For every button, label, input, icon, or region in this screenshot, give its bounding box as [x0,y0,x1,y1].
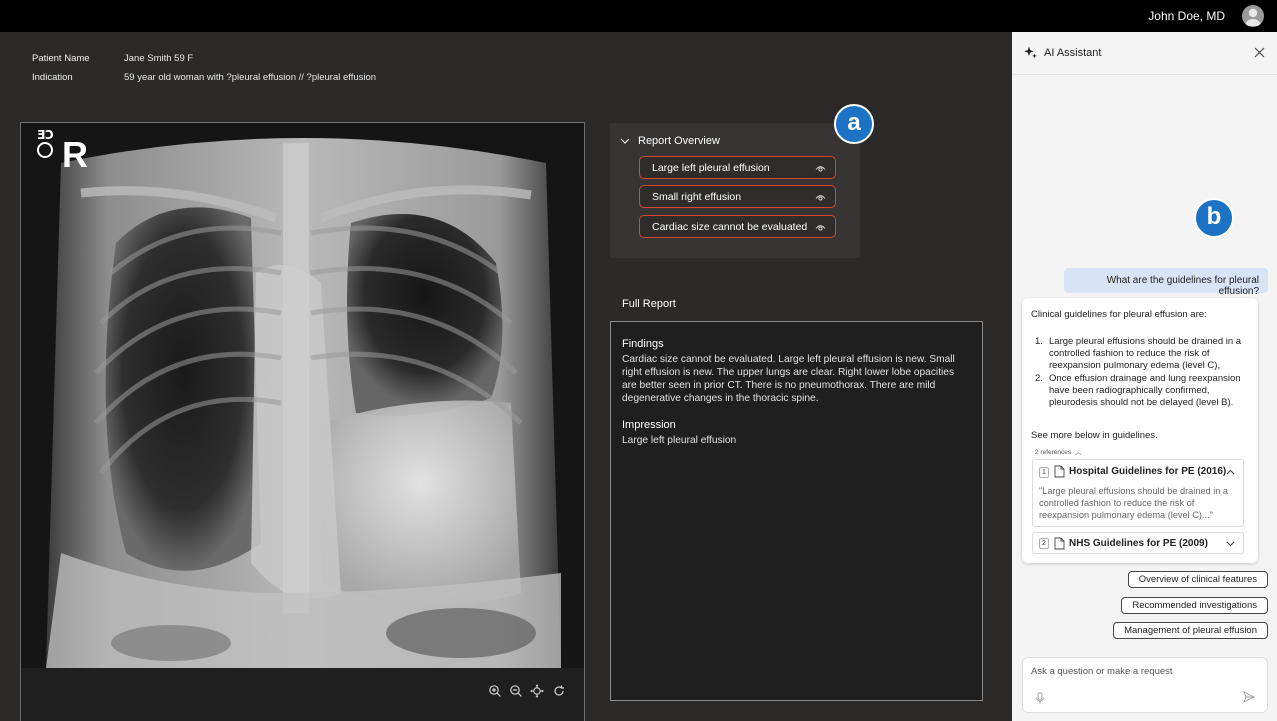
ai-answer-intro: Clinical guidelines for pleural effusion… [1031,309,1207,320]
document-icon [1054,465,1065,478]
list-item: 2. Once effusion drainage and lung reexpa… [1035,373,1241,408]
chat-input[interactable] [1031,666,1259,677]
reference-quote: "Large pleural effusions should be drain… [1039,486,1229,520]
references-toggle[interactable]: 2 references ︿ [1031,446,1082,456]
eye-icon [815,166,826,172]
assistant-header: AI Assistant [1012,32,1277,75]
zoom-in-icon[interactable] [488,684,502,698]
finding-chip-large-left-effusion[interactable]: Large left pleural effusion [639,156,836,179]
ai-answer-list: 1. Large pleural effusions should be drai… [1031,336,1253,410]
full-report-title: Full Report [622,298,676,310]
reference-title: NHS Guidelines for PE (2009) [1069,538,1208,549]
findings-text: Cardiac size cannot be evaluated. Large … [622,354,955,404]
xray-toolbar [21,668,584,721]
list-item: 1. Large pleural effusions should be drai… [1035,336,1242,371]
chevron-down-icon [620,138,630,144]
report-overview-title: Report Overview [638,135,720,147]
patient-name-label: Patient Name [32,53,90,64]
user-message-bubble: What are the guidelines for pleural effu… [1064,268,1268,297]
chevron-down-icon[interactable] [1226,539,1235,548]
top-bar: John Doe, MD [0,0,1277,32]
impression-text: Large left pleural effusion [622,435,737,446]
finding-chip-label: Small right effusion [652,191,742,203]
reference-number: 2 [1039,538,1049,549]
close-icon[interactable] [1254,47,1265,58]
references-label: 2 references [1035,449,1072,456]
finding-chip-small-right-effusion[interactable]: Small right effusion [639,185,836,208]
microphone-icon[interactable] [1035,692,1045,704]
chat-input-box [1022,657,1268,713]
report-overview-toggle[interactable]: Report Overview [620,133,720,149]
indication-value: 59 year old woman with ?pleural effusion… [124,72,377,83]
callout-marker-b: b [1194,198,1234,238]
suggestion-management[interactable]: Management of pleural effusion [1113,622,1268,639]
xray-side-marker: R [62,134,88,175]
suggestion-clinical-features[interactable]: Overview of clinical features [1127,571,1268,588]
findings-heading: Findings [622,338,664,350]
reference-number: 1 [1039,467,1049,478]
finding-chip-cardiac-size[interactable]: Cardiac size cannot be evaluated [639,215,836,238]
chevron-up-icon[interactable] [1226,468,1235,477]
ai-response-card: Clinical guidelines for pleural effusion… [1022,298,1258,563]
report-overview-card: Report Overview Large left pleural effus… [610,123,860,258]
sparkle-icon [1024,46,1037,59]
xray-image[interactable]: ƎϽ R [21,123,584,668]
eye-icon [815,195,826,201]
xray-panel: ƎϽ R [20,122,585,721]
xray-corner-mark: ƎϽ [37,128,54,142]
full-report-box[interactable]: Findings Cardiac size cannot be evaluate… [610,321,983,701]
finding-chip-label: Cardiac size cannot be evaluated [652,221,808,233]
pan-icon[interactable] [530,684,544,698]
ai-assistant-panel: AI Assistant b What are the guidelines f… [1012,32,1277,721]
reference-card-1[interactable]: 1 Hospital Guidelines for PE (2016) "Lar… [1032,459,1244,527]
eye-icon [815,225,826,231]
reference-card-2[interactable]: 2 NHS Guidelines for PE (2009) [1032,532,1244,554]
suggestion-investigations[interactable]: Recommended investigations [1121,597,1268,614]
ai-see-more: See more below in guidelines. [1031,430,1158,441]
reference-title: Hospital Guidelines for PE (2016) [1069,466,1227,477]
document-icon [1054,537,1065,550]
impression-heading: Impression [622,419,676,431]
chevron-up-icon: ︿ [1075,449,1082,456]
user-name: John Doe, MD [1148,9,1225,23]
zoom-out-icon[interactable] [509,684,523,698]
rotate-icon[interactable] [552,684,566,698]
callout-marker-a: a [834,104,874,144]
avatar[interactable] [1242,5,1264,27]
send-icon[interactable] [1243,691,1255,703]
viewer-area: Patient Name Jane Smith 59 F Indication … [0,32,1012,721]
user-avatar-icon [1244,8,1262,26]
indication-label: Indication [32,72,73,83]
finding-chip-label: Large left pleural effusion [652,162,770,174]
assistant-title: AI Assistant [1044,47,1102,59]
patient-name-value: Jane Smith 59 F [124,53,194,64]
